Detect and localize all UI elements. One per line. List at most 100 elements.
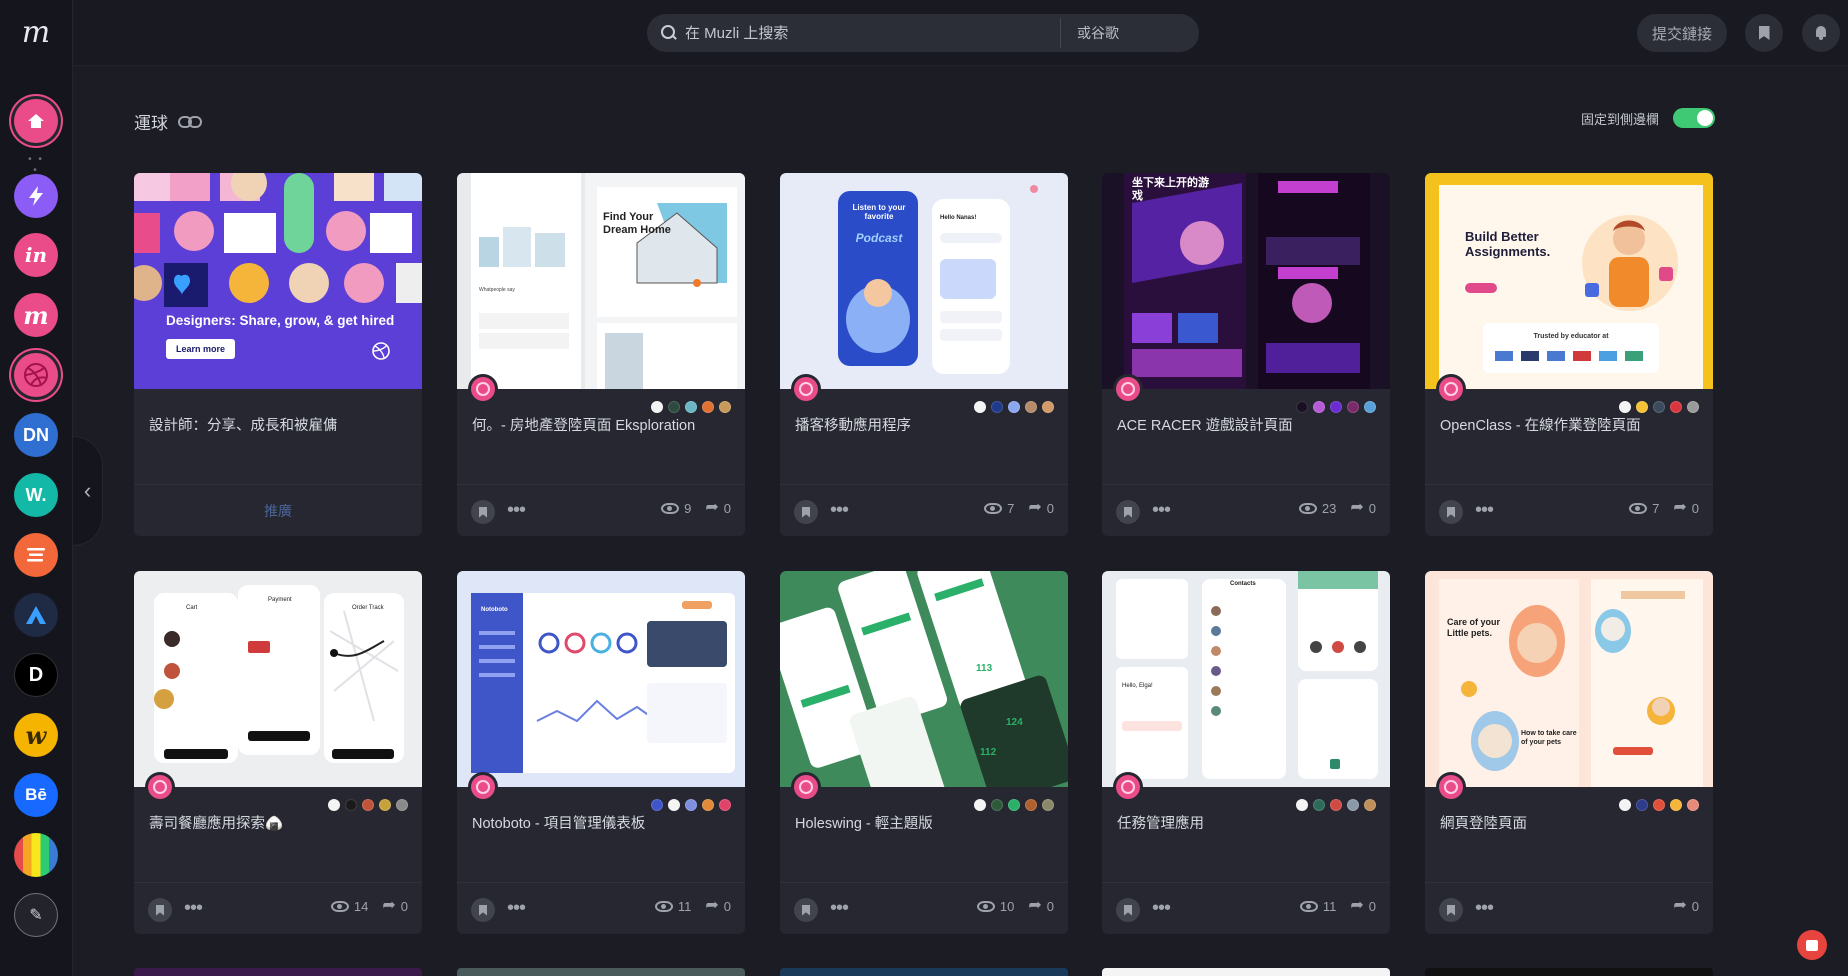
- save-button[interactable]: [794, 898, 818, 922]
- save-button[interactable]: [1439, 898, 1463, 922]
- card-title[interactable]: Notoboto - 項目管理儀表板: [472, 815, 730, 833]
- more-options-button[interactable]: •••: [1152, 896, 1171, 920]
- color-swatch[interactable]: [702, 401, 714, 413]
- color-swatch[interactable]: [685, 799, 697, 811]
- card-thumbnail[interactable]: Care of your Little pets. How to take ca…: [1425, 571, 1713, 787]
- feed-card[interactable]: Find Your Dream Home Whatpeople say 何。- …: [457, 173, 745, 536]
- feed-card[interactable]: Notoboto Notoboto - 項目管理儀表板 ••• 11 ➦ 0: [457, 571, 745, 934]
- more-options-button[interactable]: •••: [507, 896, 526, 920]
- feed-card[interactable]: 112 113 124 Holeswing - 輕主題版 ••• 10 ➦ 0: [780, 571, 1068, 934]
- share-button[interactable]: ➦ 0: [705, 500, 731, 516]
- link-icon[interactable]: [178, 115, 202, 128]
- source-invision[interactable]: in: [14, 233, 58, 277]
- color-swatch[interactable]: [974, 401, 986, 413]
- sponsored-label[interactable]: 推廣: [264, 501, 292, 521]
- save-button[interactable]: [1116, 898, 1140, 922]
- more-options-button[interactable]: •••: [184, 896, 203, 920]
- color-swatch[interactable]: [1296, 401, 1308, 413]
- card-title[interactable]: 播客移動應用程序: [795, 417, 1053, 435]
- color-swatch[interactable]: [1687, 401, 1699, 413]
- feed-card[interactable]: Care of your Little pets. How to take ca…: [1425, 571, 1713, 934]
- color-swatch[interactable]: [1313, 401, 1325, 413]
- source-sidebar-io[interactable]: [14, 533, 58, 577]
- feed-card[interactable]: Designers: Share, grow, & get hired Lear…: [134, 173, 422, 536]
- card-thumbnail[interactable]: 坐下来上开的游戏: [1102, 173, 1390, 389]
- color-swatch[interactable]: [1670, 401, 1682, 413]
- source-bolt[interactable]: [14, 174, 58, 218]
- source-wanderlust[interactable]: w: [14, 713, 58, 757]
- save-button[interactable]: [794, 500, 818, 524]
- color-swatch[interactable]: [1687, 799, 1699, 811]
- source-dribbble[interactable]: [14, 353, 58, 397]
- share-button[interactable]: ➦ 0: [1673, 500, 1699, 516]
- color-swatch[interactable]: [1347, 799, 1359, 811]
- color-swatch[interactable]: [1025, 799, 1037, 811]
- color-swatch[interactable]: [1008, 401, 1020, 413]
- feed-card[interactable]: 坐下来上开的游戏 ACE RACER 遊戲設計頁面 ••• 23 ➦ 0: [1102, 173, 1390, 536]
- more-options-button[interactable]: •••: [507, 498, 526, 522]
- save-button[interactable]: [471, 500, 495, 524]
- color-swatch[interactable]: [328, 799, 340, 811]
- search-input[interactable]: [685, 24, 1060, 42]
- share-button[interactable]: ➦ 0: [1350, 898, 1376, 914]
- source-abduzeedo[interactable]: [14, 593, 58, 637]
- source-muzli[interactable]: m: [14, 293, 58, 337]
- share-button[interactable]: ➦ 0: [1673, 898, 1699, 914]
- feed-card[interactable]: Cart Payment Order Track 壽司餐廳應用探索🍙 ••• 1…: [134, 571, 422, 934]
- more-options-button[interactable]: •••: [830, 498, 849, 522]
- pin-toggle[interactable]: [1673, 108, 1716, 128]
- color-swatch[interactable]: [1619, 401, 1631, 413]
- card-title[interactable]: OpenClass - 在線作業登陸頁面: [1440, 417, 1698, 435]
- color-swatch[interactable]: [1364, 401, 1376, 413]
- card-thumbnail[interactable]: Notoboto: [457, 571, 745, 787]
- color-swatch[interactable]: [1619, 799, 1631, 811]
- color-swatch[interactable]: [1296, 799, 1308, 811]
- share-button[interactable]: ➦ 0: [1350, 500, 1376, 516]
- edit-sources-button[interactable]: ✎: [14, 893, 58, 937]
- card-thumbnail[interactable]: Build Better Assignments. Trusted by edu…: [1425, 173, 1713, 389]
- color-swatch[interactable]: [991, 401, 1003, 413]
- color-swatch[interactable]: [1364, 799, 1376, 811]
- save-button[interactable]: [1439, 500, 1463, 524]
- more-options-button[interactable]: •••: [1152, 498, 1171, 522]
- color-swatch[interactable]: [1025, 401, 1037, 413]
- color-swatch[interactable]: [396, 799, 408, 811]
- color-swatch[interactable]: [1347, 401, 1359, 413]
- chat-support-button[interactable]: [1797, 930, 1827, 960]
- share-button[interactable]: ➦ 0: [382, 898, 408, 914]
- card-title[interactable]: 何。- 房地產登陸頁面 Eksploration: [472, 417, 730, 435]
- share-button[interactable]: ➦ 0: [1028, 500, 1054, 516]
- source-dev[interactable]: D: [14, 653, 58, 697]
- card-title[interactable]: 網頁登陸頁面: [1440, 815, 1698, 833]
- card-title[interactable]: 任務管理應用: [1117, 815, 1375, 833]
- source-home[interactable]: [14, 99, 58, 143]
- bookmarks-button[interactable]: [1745, 14, 1783, 52]
- source-webdesigner[interactable]: W.: [14, 473, 58, 517]
- more-options-button[interactable]: •••: [1475, 498, 1494, 522]
- color-swatch[interactable]: [651, 799, 663, 811]
- card-thumbnail[interactable]: 112 113 124: [780, 571, 1068, 787]
- save-button[interactable]: [471, 898, 495, 922]
- color-swatch[interactable]: [1042, 401, 1054, 413]
- color-swatch[interactable]: [1653, 799, 1665, 811]
- color-swatch[interactable]: [1330, 401, 1342, 413]
- card-title[interactable]: Holeswing - 輕主題版: [795, 815, 1053, 833]
- card-thumbnail[interactable]: Listen to your favorite Podcast Hello Na…: [780, 173, 1068, 389]
- collapse-sidebar-button[interactable]: ‹: [73, 436, 103, 546]
- card-title[interactable]: 設計師：分享、成長和被雇傭: [149, 417, 407, 435]
- card-thumbnail[interactable]: Designers: Share, grow, & get hired Lear…: [134, 173, 422, 389]
- feed-card[interactable]: Listen to your favorite Podcast Hello Na…: [780, 173, 1068, 536]
- source-behance[interactable]: Bē: [14, 773, 58, 817]
- more-sources-dots[interactable]: • • •: [24, 154, 48, 176]
- source-designer-news[interactable]: DN: [14, 413, 58, 457]
- notifications-button[interactable]: [1802, 14, 1840, 52]
- color-swatch[interactable]: [1008, 799, 1020, 811]
- color-swatch[interactable]: [345, 799, 357, 811]
- save-button[interactable]: [148, 898, 172, 922]
- more-options-button[interactable]: •••: [1475, 896, 1494, 920]
- color-swatch[interactable]: [685, 401, 697, 413]
- color-swatch[interactable]: [1636, 401, 1648, 413]
- color-swatch[interactable]: [1670, 799, 1682, 811]
- card-thumbnail[interactable]: Cart Payment Order Track: [134, 571, 422, 787]
- color-swatch[interactable]: [668, 799, 680, 811]
